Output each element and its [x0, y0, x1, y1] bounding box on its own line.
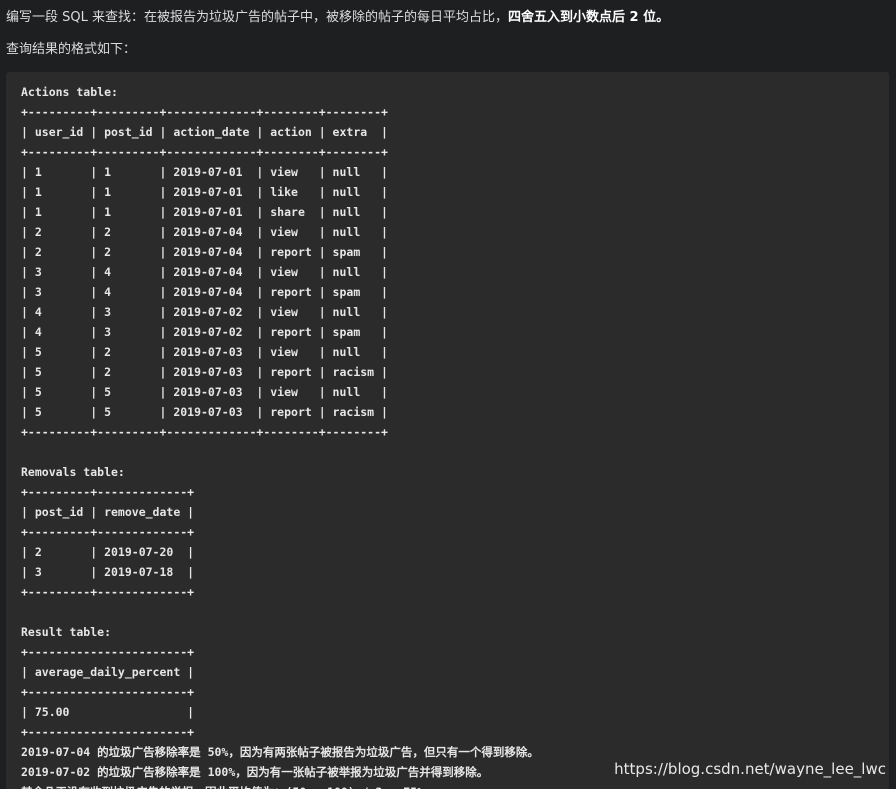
code-line: | user_id | post_id | action_date | acti…: [21, 125, 388, 139]
code-line: Result table:: [21, 625, 112, 639]
code-line: | 3 | 4 | 2019-07-04 | view | null |: [21, 265, 388, 279]
code-line: +-----------------------+: [21, 685, 195, 699]
code-line: +---------+-------------+: [21, 525, 195, 539]
code-line: +---------+---------+-------------+-----…: [21, 145, 388, 159]
rounding-requirement: 四舍五入到小数点后 2 位。: [508, 10, 670, 25]
result-format-caption: 查询结果的格式如下：: [6, 42, 137, 57]
code-line: | 1 | 1 | 2019-07-01 | view | null |: [21, 165, 388, 179]
code-line: | 5 | 2 | 2019-07-03 | view | null |: [21, 345, 388, 359]
problem-statement: 编写一段 SQL 来查找：在被报告为垃圾广告的帖子中，被移除的帖子的每日平均占比…: [6, 8, 669, 28]
code-line: | 5 | 5 | 2019-07-03 | report | racism |: [21, 405, 388, 419]
code-block: Actions table: +---------+---------+-----…: [6, 72, 889, 789]
code-line: Actions table:: [21, 85, 118, 99]
code-line: | post_id | remove_date |: [21, 505, 195, 519]
code-line: 其余几天没有收到垃圾广告的举报，因此平均值为：(50 + 100) / 2 = …: [21, 782, 539, 789]
problem-statement-text: 编写一段 SQL 来查找：在被报告为垃圾广告的帖子中，被移除的帖子的每日平均占比…: [6, 10, 508, 25]
code-line: +---------+-------------+: [21, 485, 195, 499]
code-line: | 1 | 1 | 2019-07-01 | like | null |: [21, 185, 388, 199]
code-line: 2019-07-02 的垃圾广告移除率是 100%，因为有一张帖子被举报为垃圾广…: [21, 765, 489, 779]
code-line: | 75.00 |: [21, 705, 195, 719]
code-line: | 3 | 4 | 2019-07-04 | report | spam |: [21, 285, 388, 299]
code-line: | 4 | 3 | 2019-07-02 | report | spam |: [21, 325, 388, 339]
code-content: Actions table: +---------+---------+-----…: [21, 82, 539, 789]
code-line: +---------+---------+-------------+-----…: [21, 425, 388, 439]
code-line: +-----------------------+: [21, 645, 195, 659]
code-line: | 5 | 5 | 2019-07-03 | view | null |: [21, 385, 388, 399]
code-line: | 3 | 2019-07-18 |: [21, 565, 195, 579]
code-line: +---------+-------------+: [21, 585, 195, 599]
code-line: | 2 | 2 | 2019-07-04 | report | spam |: [21, 245, 388, 259]
code-line: Removals table:: [21, 465, 125, 479]
code-line: | 2 | 2 | 2019-07-04 | view | null |: [21, 225, 388, 239]
code-line: | 2 | 2019-07-20 |: [21, 545, 195, 559]
code-line: | 1 | 1 | 2019-07-01 | share | null |: [21, 205, 388, 219]
watermark-url: https://blog.csdn.net/wayne_lee_lwc: [614, 760, 886, 778]
code-line: +-----------------------+: [21, 725, 195, 739]
code-line: | average_daily_percent |: [21, 665, 195, 679]
code-line: | 4 | 3 | 2019-07-02 | view | null |: [21, 305, 388, 319]
code-line: +---------+---------+-------------+-----…: [21, 105, 388, 119]
code-line: 2019-07-04 的垃圾广告移除率是 50%，因为有两张帖子被报告为垃圾广告…: [21, 745, 539, 759]
code-line: | 5 | 2 | 2019-07-03 | report | racism |: [21, 365, 388, 379]
